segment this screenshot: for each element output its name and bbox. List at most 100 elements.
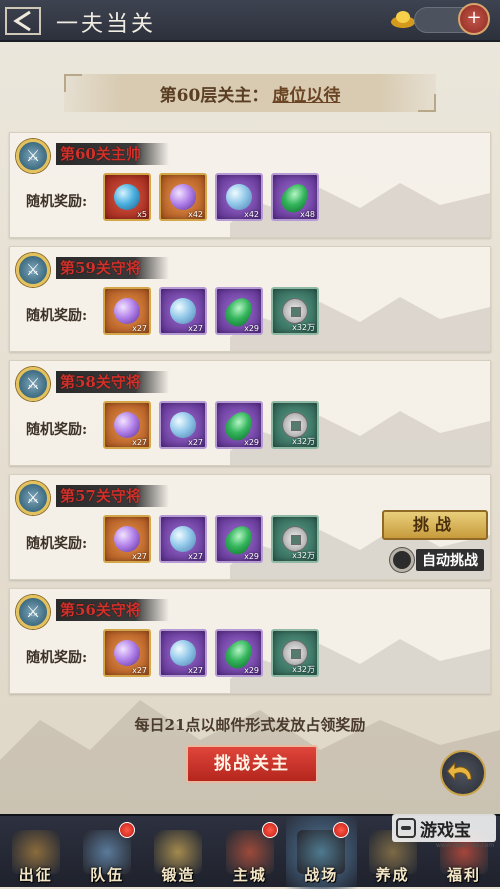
item-quantity: x42 bbox=[188, 210, 203, 219]
item-quantity: x27 bbox=[132, 666, 147, 675]
guard-emblem-icon: ⚔ bbox=[16, 481, 50, 515]
item-quantity: x5 bbox=[137, 210, 147, 219]
copper-coin-icon bbox=[282, 526, 308, 552]
item-quantity: x48 bbox=[300, 210, 315, 219]
reward-item[interactable]: x29 bbox=[215, 401, 263, 449]
lightblue-orb-icon bbox=[170, 298, 196, 324]
challenge-boss-button[interactable]: 挑战关主 bbox=[186, 745, 318, 783]
auto-challenge-toggle[interactable]: 自动挑战 bbox=[390, 547, 484, 573]
item-quantity: x29 bbox=[244, 438, 259, 447]
reward-items: x27 x27 x29 x32万 bbox=[103, 287, 319, 335]
guard-emblem-icon: ⚔ bbox=[16, 139, 50, 173]
lightblue-orb-icon bbox=[170, 412, 196, 438]
reward-item[interactable]: x32万 bbox=[271, 287, 319, 335]
guard-title: 第56关守将 bbox=[56, 599, 169, 621]
reward-items: x27 x27 x29 x32万 bbox=[103, 515, 319, 563]
item-quantity: x32万 bbox=[292, 665, 315, 674]
violet-orb-icon bbox=[170, 184, 196, 210]
item-quantity: x27 bbox=[188, 552, 203, 561]
guard-title: 第60关主帅 bbox=[56, 143, 169, 165]
notification-badge bbox=[118, 822, 135, 838]
item-quantity: x27 bbox=[188, 324, 203, 333]
nav-label: 战场 bbox=[304, 866, 339, 884]
reward-items: x27 x27 x29 x32万 bbox=[103, 401, 319, 449]
reward-item[interactable]: x27 bbox=[103, 401, 151, 449]
banner-corner-deco bbox=[64, 74, 82, 92]
nav-label: 队伍 bbox=[90, 866, 125, 884]
item-quantity: x42 bbox=[244, 210, 259, 219]
plus-icon: + bbox=[466, 7, 482, 28]
violet-orb-icon bbox=[114, 412, 140, 438]
watermark-url: www.youxibao.com bbox=[436, 842, 495, 849]
reward-item[interactable]: x42 bbox=[159, 173, 207, 221]
reward-item[interactable]: x27 bbox=[159, 515, 207, 563]
nav-label: 养成 bbox=[375, 866, 410, 884]
item-quantity: x27 bbox=[188, 666, 203, 675]
lightblue-orb-icon bbox=[226, 184, 252, 210]
nav-label: 福利 bbox=[447, 866, 482, 884]
reward-item[interactable]: x27 bbox=[159, 401, 207, 449]
item-quantity: x32万 bbox=[292, 551, 315, 560]
reward-item[interactable]: x27 bbox=[159, 287, 207, 335]
floor-boss-prefix: 第60层关主： bbox=[159, 85, 269, 106]
watermark-logo: 游戏宝 bbox=[392, 814, 496, 842]
guard-emblem-icon: ⚔ bbox=[16, 595, 50, 629]
reward-item[interactable]: x29 bbox=[215, 515, 263, 563]
reward-item[interactable]: x27 bbox=[103, 629, 151, 677]
reward-item[interactable]: x29 bbox=[215, 287, 263, 335]
reward-item[interactable]: x27 bbox=[103, 515, 151, 563]
reward-label: 随机奖励: bbox=[26, 194, 88, 210]
floor-boss-name[interactable]: 虚位以待 bbox=[272, 81, 340, 106]
reward-label: 随机奖励: bbox=[26, 536, 88, 552]
item-quantity: x27 bbox=[188, 438, 203, 447]
item-quantity: x29 bbox=[244, 324, 259, 333]
nav-item-4[interactable]: 战场 bbox=[285, 816, 357, 889]
violet-orb-icon bbox=[114, 298, 140, 324]
item-quantity: x32万 bbox=[292, 437, 315, 446]
floor-boss-banner: 第60层关主： 虚位以待 bbox=[64, 74, 436, 112]
guard-title: 第58关守将 bbox=[56, 371, 169, 393]
violet-orb-icon bbox=[114, 526, 140, 552]
nav-label: 主城 bbox=[232, 866, 267, 884]
copper-coin-icon bbox=[282, 298, 308, 324]
item-quantity: x27 bbox=[132, 438, 147, 447]
item-quantity: x27 bbox=[132, 324, 147, 333]
page-title: 一夫当关 bbox=[56, 12, 157, 37]
reward-item[interactable]: x32万 bbox=[271, 401, 319, 449]
reward-item[interactable]: x42 bbox=[215, 173, 263, 221]
guard-card: ⚔ 第56关守将 随机奖励: x27 x27 x29 x32万 bbox=[9, 588, 491, 694]
guard-title: 第59关守将 bbox=[56, 257, 169, 279]
guard-emblem-icon: ⚔ bbox=[16, 367, 50, 401]
nav-item-3[interactable]: 主城 bbox=[214, 816, 285, 889]
guard-card: ⚔ 第59关守将 随机奖励: x27 x27 x29 x32万 bbox=[9, 246, 491, 352]
reward-item[interactable]: x27 bbox=[103, 287, 151, 335]
add-currency-button[interactable]: + bbox=[458, 3, 490, 35]
reward-item[interactable]: x32万 bbox=[271, 515, 319, 563]
auto-challenge-radio[interactable] bbox=[390, 548, 414, 572]
reward-notice: 每日21点以邮件形式发放占领奖励 bbox=[134, 716, 366, 734]
top-header: 一夫当关 + bbox=[0, 0, 500, 42]
item-quantity: x29 bbox=[244, 666, 259, 675]
reward-item[interactable]: x27 bbox=[159, 629, 207, 677]
reward-item[interactable]: x5 bbox=[103, 173, 151, 221]
reward-item[interactable]: x29 bbox=[215, 629, 263, 677]
banner-corner-deco bbox=[418, 94, 436, 112]
item-quantity: x29 bbox=[244, 552, 259, 561]
reward-item[interactable]: x32万 bbox=[271, 629, 319, 677]
gamepad-icon bbox=[396, 818, 416, 838]
nav-item-2[interactable]: 锻造 bbox=[143, 816, 214, 889]
notification-badge bbox=[261, 822, 278, 838]
guard-title: 第57关守将 bbox=[56, 485, 169, 507]
return-arrow-icon[interactable] bbox=[440, 750, 486, 796]
reward-item[interactable]: x48 bbox=[271, 173, 319, 221]
nav-item-1[interactable]: 队伍 bbox=[71, 816, 142, 889]
challenge-button[interactable]: 挑战 bbox=[382, 510, 488, 540]
gold-ingot-icon bbox=[391, 11, 415, 28]
guard-card: ⚔ 第58关守将 随机奖励: x27 x27 x29 x32万 bbox=[9, 360, 491, 466]
reward-label: 随机奖励: bbox=[26, 308, 88, 324]
notification-badge bbox=[332, 822, 349, 838]
watermark-text: 游戏宝 bbox=[420, 820, 471, 841]
back-arrow-icon[interactable] bbox=[4, 4, 44, 38]
reward-items: x27 x27 x29 x32万 bbox=[103, 629, 319, 677]
nav-item-0[interactable]: 出征 bbox=[0, 816, 71, 889]
